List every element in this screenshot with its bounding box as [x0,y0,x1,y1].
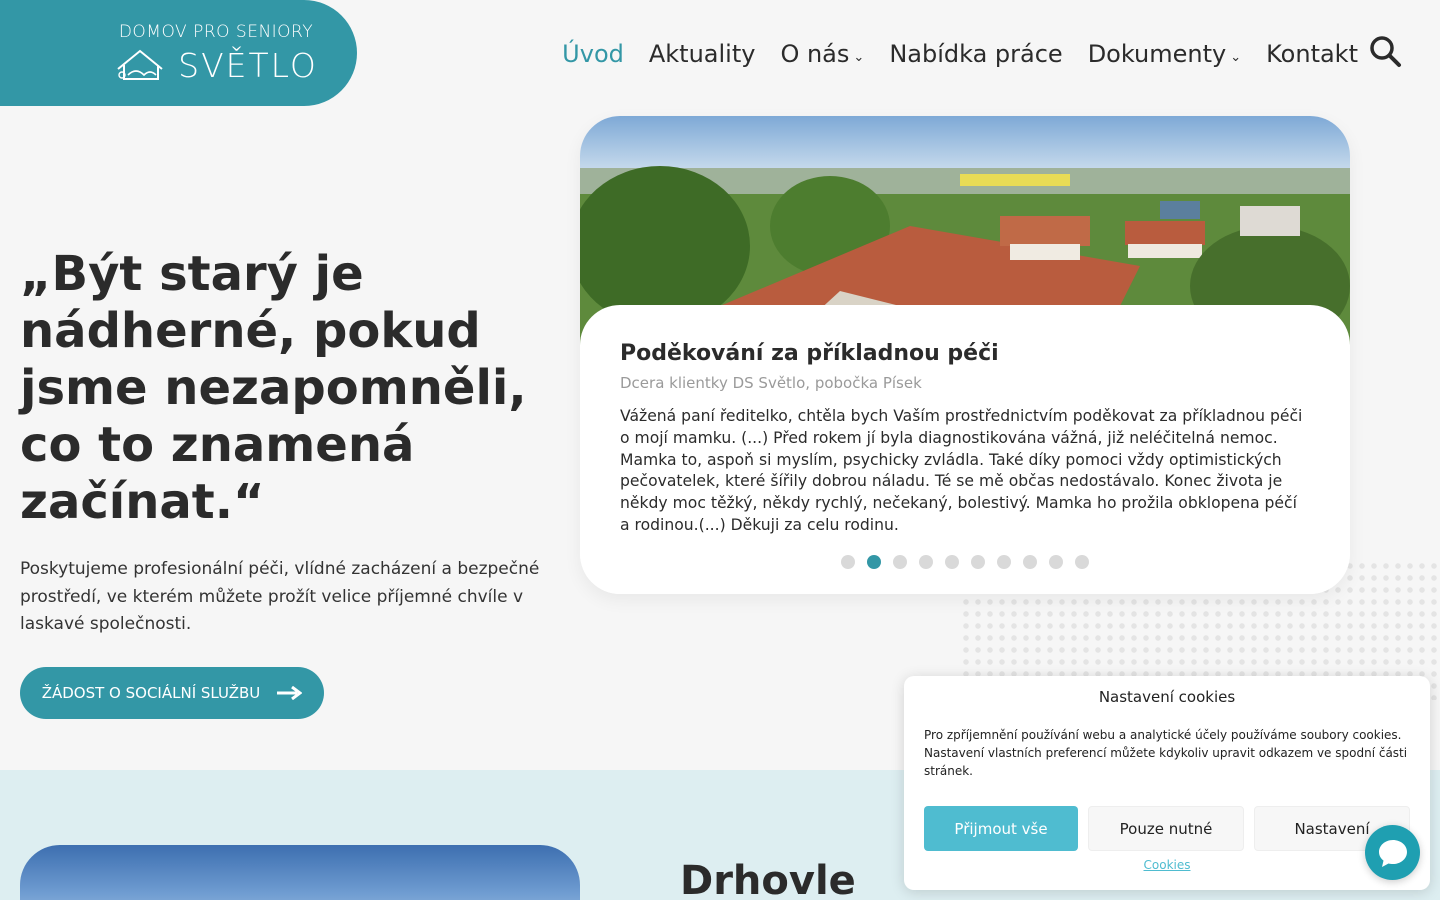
chat-bubble-icon [1378,839,1407,867]
arrow-right-icon [277,686,303,700]
nav-item-o-nas[interactable]: O nás ⌄ [780,40,864,68]
slider-dot[interactable] [893,555,907,569]
logo[interactable]: DOMOV PRO SENIORY SVĚTLO [0,0,357,106]
nav-item-nabidka-prace[interactable]: Nabídka práce [889,40,1062,68]
nav-item-uvod[interactable]: Úvod [562,40,624,68]
logo-name: SVĚTLO [178,45,318,85]
testimonial-text: Vážená paní ředitelko, chtěla bych Vaším… [620,407,1303,534]
only-necessary-button[interactable]: Pouze nutné [1088,806,1244,851]
search-icon[interactable] [1368,34,1402,68]
house-logo-icon [117,49,163,80]
cookie-dialog: Nastavení cookies Pro zpříjemnění použív… [904,676,1430,890]
testimonial-author: Dcera klientky DS Světlo, pobočka Písek [620,374,922,392]
slider-dot[interactable] [971,555,985,569]
chat-button[interactable] [1365,825,1420,880]
slider-dot[interactable] [997,555,1011,569]
hero-quote: „Být starý je nádherné, pokud jsme nezap… [20,246,527,530]
nav-item-aktuality[interactable]: Aktuality [649,40,756,68]
cta-label: ŽÁDOST O SOCIÁLNÍ SLUŽBU [41,684,261,702]
social-service-request-button[interactable]: ŽÁDOST O SOCIÁLNÍ SLUŽBU [20,667,324,719]
testimonial-card: Poděkování za příkladnou péči Dcera klie… [580,305,1350,594]
cookie-title: Nastavení cookies [1098,688,1236,706]
main-nav: Úvod Aktuality O nás ⌄ Nabídka práce Doku… [562,40,1358,68]
chevron-down-icon: ⌄ [1230,49,1242,65]
slider-dot[interactable] [1023,555,1037,569]
logo-top-text: DOMOV PRO SENIORY [118,21,314,42]
accept-all-button[interactable]: Přijmout vše [924,806,1078,851]
testimonial-slider: Poděkování za příkladnou péči Dcera klie… [580,116,1350,594]
nav-item-dokumenty[interactable]: Dokumenty ⌄ [1088,40,1241,68]
cookies-link[interactable]: Cookies [924,858,1410,872]
chevron-down-icon: ⌄ [853,49,865,65]
location-title: Drhovle [680,858,856,900]
cookie-body: Pro zpříjemnění používání webu a analyti… [924,728,1408,778]
slider-dot[interactable] [1049,555,1063,569]
slider-dot[interactable] [841,555,855,569]
slider-dot[interactable] [919,555,933,569]
slider-dot[interactable] [945,555,959,569]
slider-dot[interactable] [1075,555,1089,569]
nav-item-kontakt[interactable]: Kontakt [1266,40,1358,68]
slider-pagination [580,555,1350,569]
location-photo [20,845,580,900]
hero-description: Poskytujeme profesionální péči, vlídné z… [20,559,540,634]
testimonial-title: Poděkování za příkladnou péči [620,341,999,366]
slider-dot[interactable] [867,555,881,569]
